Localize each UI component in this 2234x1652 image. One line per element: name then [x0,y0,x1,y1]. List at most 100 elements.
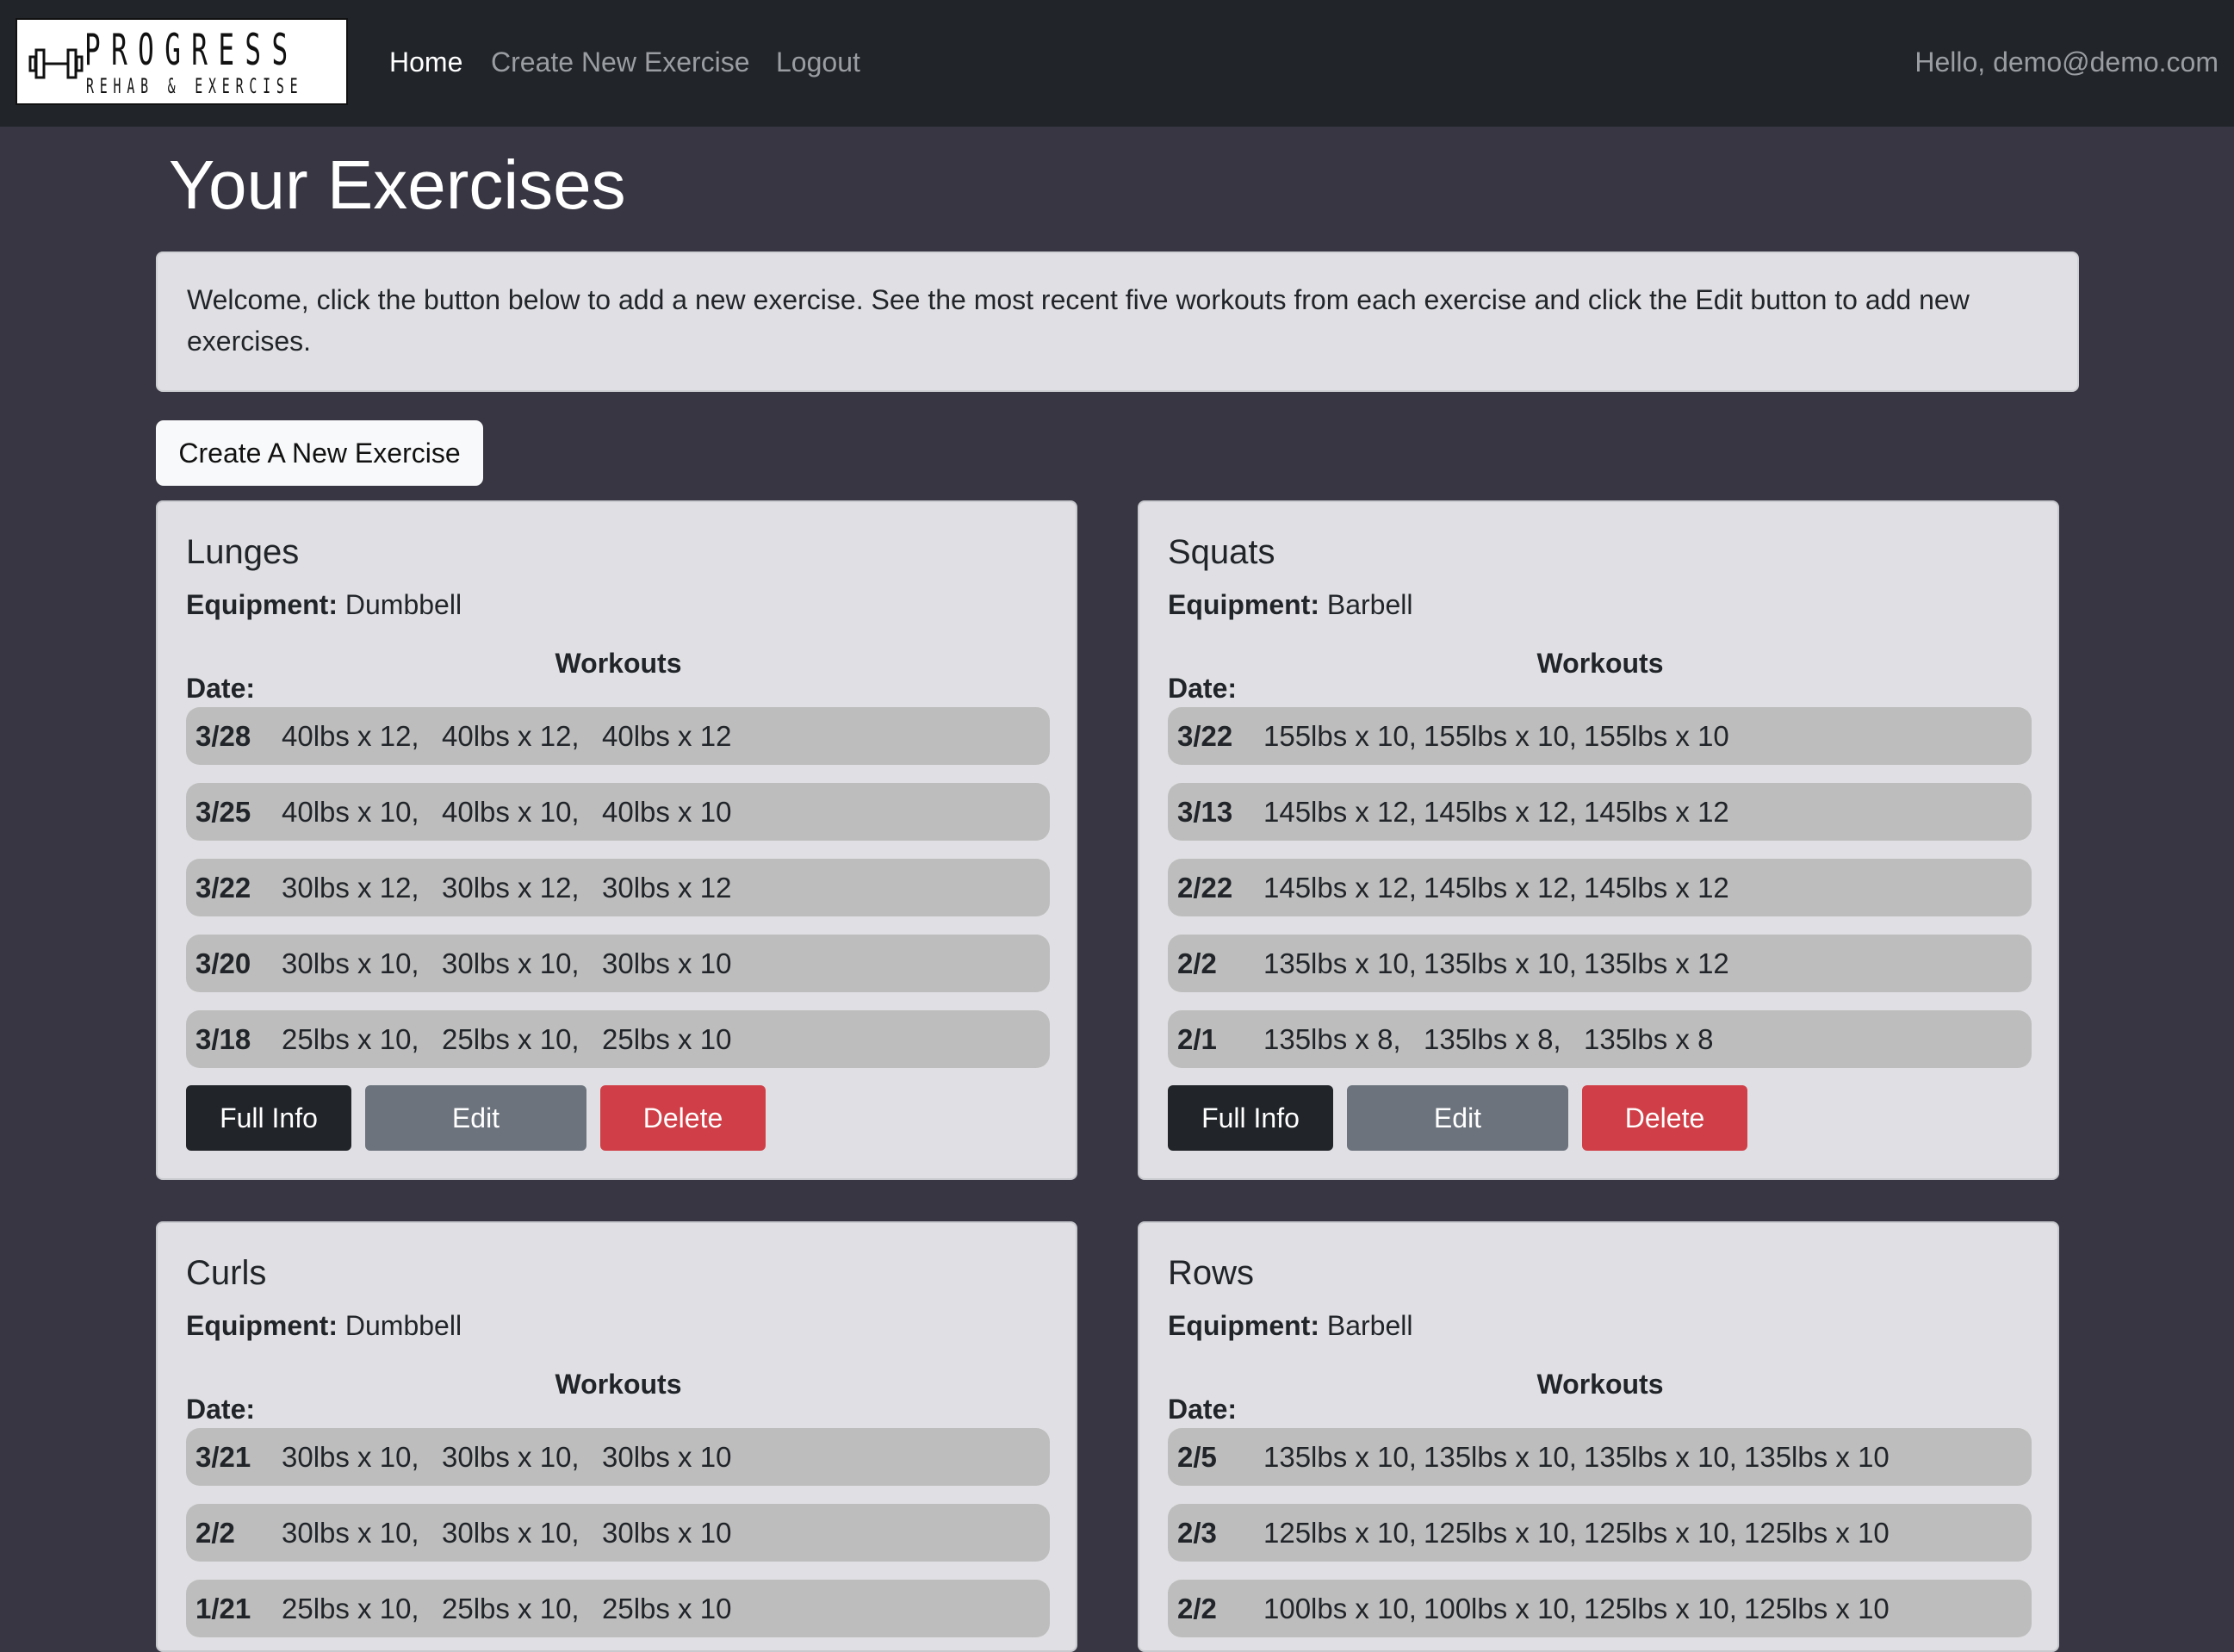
welcome-message: Welcome, click the button below to add a… [156,252,2079,392]
workout-date: 2/1 [1177,1023,1217,1055]
equipment-label: Equipment: [186,1310,338,1341]
workout-set: 25lbs x 10, [282,1593,419,1624]
equipment-label: Equipment: [1168,589,1319,620]
workout-set: 25lbs x 10, [442,1593,580,1624]
exercise-name: Lunges [186,533,300,571]
logo-title: PROGRESS [84,25,299,75]
workout-set: 135lbs x 12 [1584,947,1729,979]
workout-date: 3/22 [1177,720,1233,752]
workout-row: 2/2 100lbs x 10, 100lbs x 10, 125lbs x 1… [1168,1580,2032,1637]
workout-row: 1/21 25lbs x 10, 25lbs x 10, 25lbs x 10 [186,1580,1050,1637]
equipment-value: Dumbbell [344,589,462,620]
full-info-button[interactable]: Full Info [1168,1085,1333,1151]
logo-subtitle: REHAB & EXERCISE [86,74,304,98]
workout-row: 2/2 30lbs x 10, 30lbs x 10, 30lbs x 10 [186,1504,1050,1562]
equipment-line: Equipment: Barbell [1168,583,1412,626]
workout-row: 3/21 30lbs x 10, 30lbs x 10, 30lbs x 10 [186,1428,1050,1486]
workout-set: 135lbs x 10, [1584,1441,1737,1473]
workout-set: 40lbs x 12, [282,720,419,752]
workout-set: 145lbs x 12, [1263,872,1417,904]
workout-date: 2/22 [1177,872,1233,904]
edit-button[interactable]: Edit [1347,1085,1568,1151]
workout-set: 30lbs x 10, [442,947,580,979]
delete-button[interactable]: Delete [1582,1085,1747,1151]
workout-set: 30lbs x 10, [282,1517,419,1549]
equipment-label: Equipment: [1168,1310,1319,1341]
workout-set: 135lbs x 8, [1424,1023,1561,1055]
exercise-card-squats: Squats Equipment: Barbell Workouts Date:… [1138,500,2059,1180]
workout-set: 125lbs x 10 [1744,1517,1890,1549]
workouts-heading: Workouts [555,1369,682,1400]
page-title: Your Exercises [169,146,626,223]
workout-set: 25lbs x 10, [282,1023,419,1055]
nav-create-exercise-link[interactable]: Create New Exercise [491,43,750,81]
workout-set: 100lbs x 10, [1263,1593,1417,1624]
workout-set: 135lbs x 10, [1424,947,1577,979]
workout-row: 3/22 30lbs x 12, 30lbs x 12, 30lbs x 12 [186,859,1050,916]
dumbbell-icon [28,48,84,79]
workouts-heading: Workouts [1536,648,1664,679]
full-info-button[interactable]: Full Info [186,1085,351,1151]
workout-date: 3/13 [1177,796,1233,828]
workout-set: 30lbs x 10, [442,1441,580,1473]
workout-row: 3/28 40lbs x 12, 40lbs x 12, 40lbs x 12 [186,707,1050,765]
workout-date: 1/21 [195,1593,251,1624]
workout-row: 2/22 145lbs x 12, 145lbs x 12, 145lbs x … [1168,859,2032,916]
date-heading: Date: [186,673,256,704]
delete-button[interactable]: Delete [600,1085,766,1151]
workout-date: 2/5 [1177,1441,1217,1473]
exercise-card-lunges: Lunges Equipment: Dumbbell Workouts Date… [156,500,1077,1180]
workout-set: 40lbs x 12, [442,720,580,752]
workout-set: 145lbs x 12 [1584,796,1729,828]
workout-set: 25lbs x 10, [442,1023,580,1055]
brand-logo[interactable]: PROGRESS REHAB & EXERCISE [16,18,348,105]
workout-row: 2/3 125lbs x 10, 125lbs x 10, 125lbs x 1… [1168,1504,2032,1562]
workout-set: 155lbs x 10, [1263,720,1417,752]
workout-date: 3/25 [195,796,251,828]
workout-date: 3/22 [195,872,251,904]
workout-set: 125lbs x 10 [1744,1593,1890,1624]
workout-date: 3/28 [195,720,251,752]
equipment-line: Equipment: Dumbbell [186,1304,462,1347]
workout-date: 2/2 [1177,947,1217,979]
equipment-value: Barbell [1326,1310,1413,1341]
workout-set: 135lbs x 10 [1744,1441,1890,1473]
workout-set: 155lbs x 10, [1424,720,1577,752]
workout-set: 30lbs x 10 [602,1441,732,1473]
workout-row: 3/20 30lbs x 10, 30lbs x 10, 30lbs x 10 [186,935,1050,992]
workout-set: 40lbs x 10 [602,796,732,828]
workout-set: 25lbs x 10 [602,1023,732,1055]
workout-set: 135lbs x 8 [1584,1023,1714,1055]
workout-set: 40lbs x 10, [442,796,580,828]
workout-set: 135lbs x 10, [1263,947,1417,979]
equipment-label: Equipment: [186,589,338,620]
workouts-heading: Workouts [555,648,682,679]
workout-date: 2/3 [1177,1517,1217,1549]
workout-set: 125lbs x 10, [1424,1517,1577,1549]
exercise-name: Squats [1168,533,1275,571]
equipment-value: Dumbbell [344,1310,462,1341]
workout-date: 3/20 [195,947,251,979]
workout-set: 135lbs x 10, [1263,1441,1417,1473]
nav-logout-link[interactable]: Logout [776,43,860,81]
exercise-name: Curls [186,1254,267,1292]
workout-set: 135lbs x 8, [1263,1023,1401,1055]
workout-set: 135lbs x 10, [1424,1441,1577,1473]
workout-set: 145lbs x 12, [1424,796,1577,828]
workout-set: 40lbs x 12 [602,720,732,752]
nav-home-link[interactable]: Home [389,43,462,81]
workout-set: 30lbs x 12, [282,872,419,904]
workout-row: 2/5 135lbs x 10, 135lbs x 10, 135lbs x 1… [1168,1428,2032,1486]
edit-button[interactable]: Edit [365,1085,586,1151]
workout-date: 2/2 [195,1517,235,1549]
user-greeting: Hello, demo@demo.com [1914,47,2218,78]
equipment-line: Equipment: Barbell [1168,1304,1412,1347]
date-heading: Date: [1168,673,1238,704]
workout-date: 2/2 [1177,1593,1217,1624]
create-new-exercise-button[interactable]: Create A New Exercise [156,420,483,486]
workout-row: 2/1 135lbs x 8, 135lbs x 8, 135lbs x 8 [1168,1010,2032,1068]
date-heading: Date: [1168,1394,1238,1425]
equipment-value: Barbell [1326,589,1413,620]
workout-set: 30lbs x 10 [602,947,732,979]
workout-set: 30lbs x 10 [602,1517,732,1549]
